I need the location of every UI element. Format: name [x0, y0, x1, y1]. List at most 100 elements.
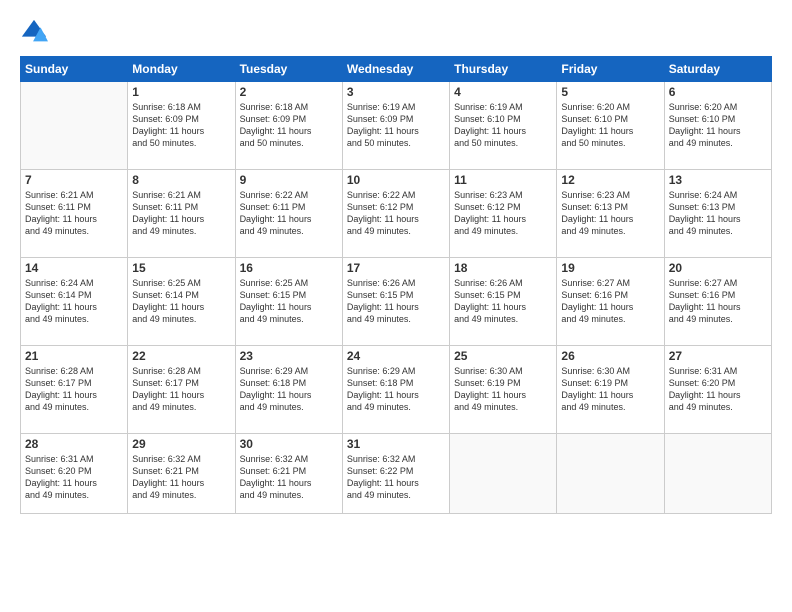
calendar-header-cell: Saturday — [664, 57, 771, 82]
day-number: 9 — [240, 173, 338, 187]
calendar-day-cell: 28Sunrise: 6:31 AMSunset: 6:20 PMDayligh… — [21, 434, 128, 514]
day-number: 26 — [561, 349, 659, 363]
day-info: Sunrise: 6:26 AMSunset: 6:15 PMDaylight:… — [454, 277, 552, 326]
calendar-day-cell: 9 Sunrise: 6:22 AMSunset: 6:11 PMDaylight… — [235, 170, 342, 258]
day-number: 23 — [240, 349, 338, 363]
calendar-header-cell: Tuesday — [235, 57, 342, 82]
day-number: 15 — [132, 261, 230, 275]
calendar-day-cell: 27Sunrise: 6:31 AMSunset: 6:20 PMDayligh… — [664, 346, 771, 434]
day-info: Sunrise: 6:23 AMSunset: 6:12 PMDaylight:… — [454, 189, 552, 238]
day-number: 21 — [25, 349, 123, 363]
calendar-body: 1 Sunrise: 6:18 AMSunset: 6:09 PMDaylight… — [21, 82, 772, 514]
day-number: 3 — [347, 85, 445, 99]
calendar-day-cell: 17 Sunrise: 6:26 AMSunset: 6:15 PMDayligh… — [342, 258, 449, 346]
day-number: 14 — [25, 261, 123, 275]
day-info: Sunrise: 6:29 AMSunset: 6:18 PMDaylight:… — [240, 365, 338, 414]
calendar-day-cell: 2 Sunrise: 6:18 AMSunset: 6:09 PMDaylight… — [235, 82, 342, 170]
day-info: Sunrise: 6:21 AMSunset: 6:11 PMDaylight:… — [132, 189, 230, 238]
day-info: Sunrise: 6:19 AMSunset: 6:10 PMDaylight:… — [454, 101, 552, 150]
day-info: Sunrise: 6:30 AMSunset: 6:19 PMDaylight:… — [561, 365, 659, 414]
calendar-day-cell: 3 Sunrise: 6:19 AMSunset: 6:09 PMDaylight… — [342, 82, 449, 170]
calendar-header-row: SundayMondayTuesdayWednesdayThursdayFrid… — [21, 57, 772, 82]
calendar-day-cell: 10Sunrise: 6:22 AMSunset: 6:12 PMDayligh… — [342, 170, 449, 258]
day-number: 6 — [669, 85, 767, 99]
day-number: 7 — [25, 173, 123, 187]
page: SundayMondayTuesdayWednesdayThursdayFrid… — [0, 0, 792, 612]
day-info: Sunrise: 6:32 AMSunset: 6:21 PMDaylight:… — [132, 453, 230, 502]
day-number: 13 — [669, 173, 767, 187]
calendar-day-cell: 7Sunrise: 6:21 AMSunset: 6:11 PMDaylight… — [21, 170, 128, 258]
calendar-week-row: 1 Sunrise: 6:18 AMSunset: 6:09 PMDaylight… — [21, 82, 772, 170]
day-number: 12 — [561, 173, 659, 187]
calendar-header-cell: Sunday — [21, 57, 128, 82]
day-number: 29 — [132, 437, 230, 451]
day-info: Sunrise: 6:28 AMSunset: 6:17 PMDaylight:… — [25, 365, 123, 414]
calendar-day-cell: 25 Sunrise: 6:30 AMSunset: 6:19 PMDayligh… — [450, 346, 557, 434]
day-info: Sunrise: 6:26 AMSunset: 6:15 PMDaylight:… — [347, 277, 445, 326]
day-info: Sunrise: 6:23 AMSunset: 6:13 PMDaylight:… — [561, 189, 659, 238]
logo-icon — [20, 18, 48, 46]
calendar-header-cell: Friday — [557, 57, 664, 82]
day-number: 11 — [454, 173, 552, 187]
day-info: Sunrise: 6:19 AMSunset: 6:09 PMDaylight:… — [347, 101, 445, 150]
day-info: Sunrise: 6:27 AMSunset: 6:16 PMDaylight:… — [669, 277, 767, 326]
day-number: 17 — [347, 261, 445, 275]
calendar-week-row: 14Sunrise: 6:24 AMSunset: 6:14 PMDayligh… — [21, 258, 772, 346]
calendar-header-cell: Wednesday — [342, 57, 449, 82]
day-info: Sunrise: 6:28 AMSunset: 6:17 PMDaylight:… — [132, 365, 230, 414]
calendar-table: SundayMondayTuesdayWednesdayThursdayFrid… — [20, 56, 772, 514]
calendar-day-cell: 4Sunrise: 6:19 AMSunset: 6:10 PMDaylight… — [450, 82, 557, 170]
day-info: Sunrise: 6:30 AMSunset: 6:19 PMDaylight:… — [454, 365, 552, 414]
calendar-day-cell: 13 Sunrise: 6:24 AMSunset: 6:13 PMDayligh… — [664, 170, 771, 258]
day-info: Sunrise: 6:22 AMSunset: 6:12 PMDaylight:… — [347, 189, 445, 238]
day-info: Sunrise: 6:25 AMSunset: 6:14 PMDaylight:… — [132, 277, 230, 326]
day-info: Sunrise: 6:18 AMSunset: 6:09 PMDaylight:… — [240, 101, 338, 150]
calendar-day-cell: 1Sunrise: 6:18 AMSunset: 6:09 PMDaylight… — [128, 82, 235, 170]
day-number: 25 — [454, 349, 552, 363]
logo — [20, 18, 52, 46]
calendar-day-cell — [664, 434, 771, 514]
calendar-week-row: 7 Sunrise: 6:21 AMSunset: 6:11 PMDaylight… — [21, 170, 772, 258]
day-info: Sunrise: 6:27 AMSunset: 6:16 PMDaylight:… — [561, 277, 659, 326]
day-number: 8 — [132, 173, 230, 187]
calendar-day-cell — [450, 434, 557, 514]
calendar-day-cell: 12 Sunrise: 6:23 AMSunset: 6:13 PMDayligh… — [557, 170, 664, 258]
calendar-day-cell: 26 Sunrise: 6:30 AMSunset: 6:19 PMDayligh… — [557, 346, 664, 434]
day-number: 19 — [561, 261, 659, 275]
calendar-day-cell: 11 Sunrise: 6:23 AMSunset: 6:12 PMDayligh… — [450, 170, 557, 258]
calendar-day-cell: 6Sunrise: 6:20 AMSunset: 6:10 PMDaylight… — [664, 82, 771, 170]
day-info: Sunrise: 6:22 AMSunset: 6:11 PMDaylight:… — [240, 189, 338, 238]
calendar-day-cell: 14Sunrise: 6:24 AMSunset: 6:14 PMDayligh… — [21, 258, 128, 346]
calendar-header-cell: Monday — [128, 57, 235, 82]
header — [20, 18, 772, 46]
day-info: Sunrise: 6:32 AMSunset: 6:22 PMDaylight:… — [347, 453, 445, 502]
day-number: 27 — [669, 349, 767, 363]
day-number: 2 — [240, 85, 338, 99]
day-number: 20 — [669, 261, 767, 275]
day-number: 31 — [347, 437, 445, 451]
day-number: 1 — [132, 85, 230, 99]
day-info: Sunrise: 6:24 AMSunset: 6:13 PMDaylight:… — [669, 189, 767, 238]
calendar-day-cell: 29 Sunrise: 6:32 AMSunset: 6:21 PMDayligh… — [128, 434, 235, 514]
calendar-day-cell: 15 Sunrise: 6:25 AMSunset: 6:14 PMDayligh… — [128, 258, 235, 346]
day-number: 18 — [454, 261, 552, 275]
day-info: Sunrise: 6:20 AMSunset: 6:10 PMDaylight:… — [561, 101, 659, 150]
day-info: Sunrise: 6:31 AMSunset: 6:20 PMDaylight:… — [25, 453, 123, 502]
calendar-day-cell: 8 Sunrise: 6:21 AMSunset: 6:11 PMDaylight… — [128, 170, 235, 258]
calendar-day-cell: 30Sunrise: 6:32 AMSunset: 6:21 PMDayligh… — [235, 434, 342, 514]
calendar-day-cell — [557, 434, 664, 514]
calendar-week-row: 28Sunrise: 6:31 AMSunset: 6:20 PMDayligh… — [21, 434, 772, 514]
day-number: 16 — [240, 261, 338, 275]
calendar-week-row: 21 Sunrise: 6:28 AMSunset: 6:17 PMDayligh… — [21, 346, 772, 434]
day-info: Sunrise: 6:29 AMSunset: 6:18 PMDaylight:… — [347, 365, 445, 414]
calendar-day-cell: 31 Sunrise: 6:32 AMSunset: 6:22 PMDayligh… — [342, 434, 449, 514]
calendar-day-cell: 22 Sunrise: 6:28 AMSunset: 6:17 PMDayligh… — [128, 346, 235, 434]
day-number: 30 — [240, 437, 338, 451]
calendar-header-cell: Thursday — [450, 57, 557, 82]
calendar-day-cell: 21 Sunrise: 6:28 AMSunset: 6:17 PMDayligh… — [21, 346, 128, 434]
calendar-day-cell: 19 Sunrise: 6:27 AMSunset: 6:16 PMDayligh… — [557, 258, 664, 346]
calendar-day-cell: 5 Sunrise: 6:20 AMSunset: 6:10 PMDaylight… — [557, 82, 664, 170]
day-number: 22 — [132, 349, 230, 363]
calendar-day-cell: 23 Sunrise: 6:29 AMSunset: 6:18 PMDayligh… — [235, 346, 342, 434]
day-number: 5 — [561, 85, 659, 99]
